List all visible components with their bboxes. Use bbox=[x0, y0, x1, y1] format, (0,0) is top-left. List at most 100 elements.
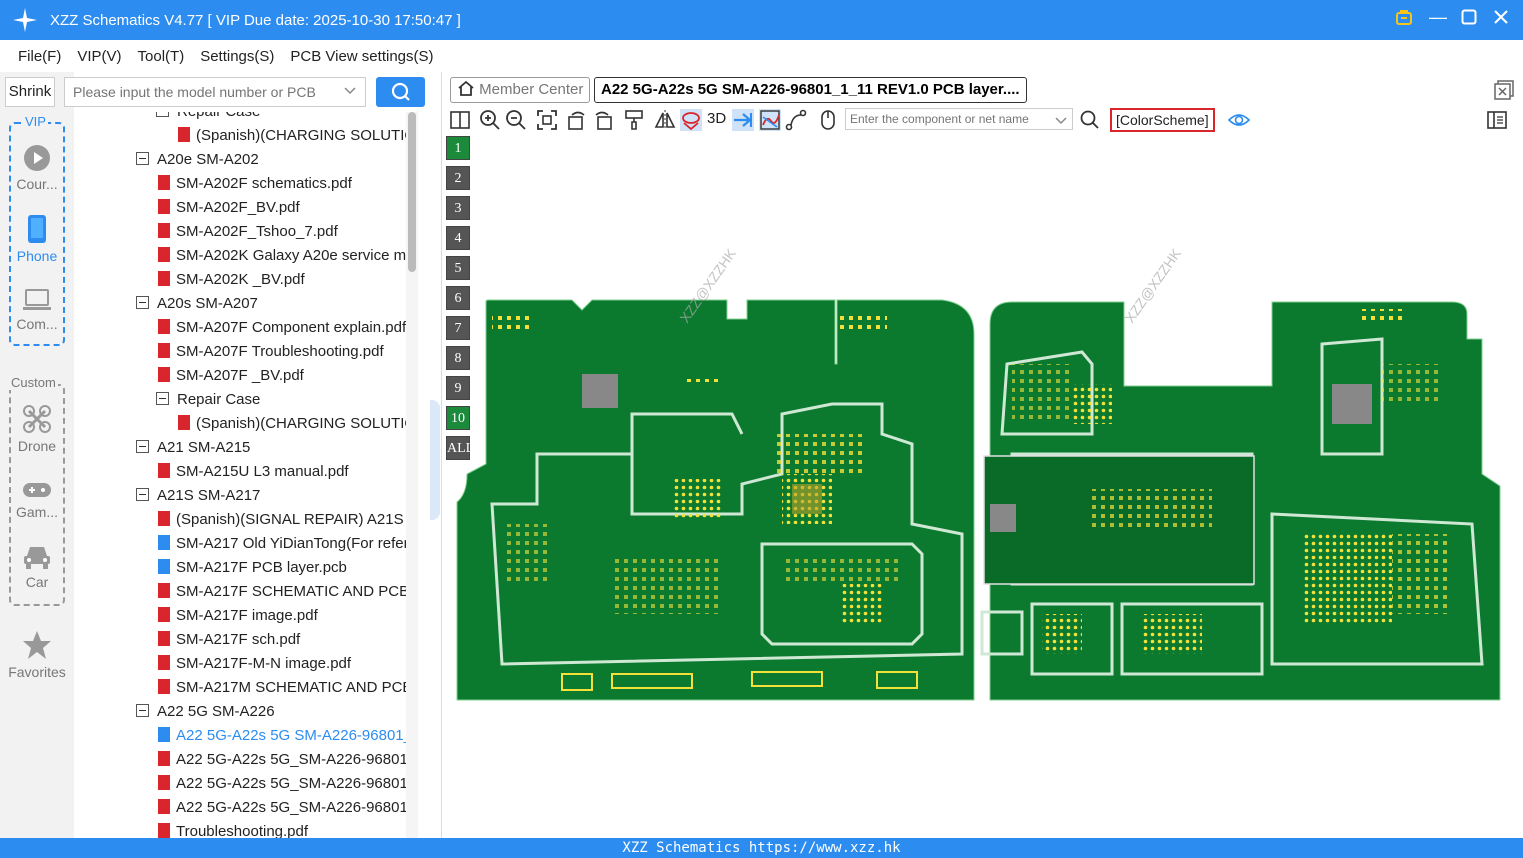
car-icon bbox=[24, 547, 50, 569]
pdf-file-icon bbox=[158, 750, 170, 766]
nav-car[interactable]: Car bbox=[0, 544, 74, 590]
tree-folder[interactable]: A20e SM-A202 bbox=[136, 148, 259, 172]
tree-file[interactable]: SM-A202K _BV.pdf bbox=[158, 268, 305, 292]
paint-brush-icon[interactable] bbox=[623, 109, 645, 131]
tree-item-label: A20e SM-A202 bbox=[157, 151, 259, 168]
component-search-icon[interactable] bbox=[1079, 109, 1101, 131]
zoom-in-icon[interactable] bbox=[479, 109, 501, 131]
tree-file[interactable]: SM-A202F_BV.pdf bbox=[158, 196, 300, 220]
tree-file[interactable]: SM-A202K Galaxy A20e service ma bbox=[158, 244, 414, 268]
close-button[interactable] bbox=[1493, 9, 1509, 25]
nav-courses[interactable]: Cour... bbox=[0, 144, 74, 192]
tree-file[interactable]: (Spanish)(SIGNAL REPAIR) A21S TE bbox=[158, 508, 418, 532]
split-view-icon[interactable] bbox=[449, 109, 471, 131]
tree-item-label: SM-A217 Old YiDianTong(For refer bbox=[176, 535, 409, 552]
collapse-icon[interactable] bbox=[136, 487, 149, 501]
tree-file[interactable]: SM-A202F_Tshoo_7.pdf bbox=[158, 220, 338, 244]
pdf-file-icon bbox=[158, 606, 170, 622]
tree-file[interactable]: SM-A217F image.pdf bbox=[158, 604, 318, 628]
tree-file[interactable]: SM-A217F PCB layer.pcb bbox=[158, 556, 347, 580]
pcb-toolbar: 3D [ColorScheme] bbox=[442, 106, 1523, 134]
mouse-mode-icon[interactable] bbox=[817, 109, 839, 131]
menu-tool[interactable]: Tool(T) bbox=[138, 48, 185, 65]
tree-file[interactable]: SM-A207F _BV.pdf bbox=[158, 364, 304, 388]
close-tabs-icon[interactable] bbox=[1494, 80, 1514, 100]
tree-file[interactable]: SM-A202F schematics.pdf bbox=[158, 172, 352, 196]
collapse-icon[interactable] bbox=[136, 439, 149, 453]
maximize-button[interactable] bbox=[1461, 9, 1477, 25]
rotate-right-icon[interactable] bbox=[592, 109, 614, 131]
model-search-input[interactable] bbox=[65, 78, 335, 106]
net-highlight-icon[interactable] bbox=[759, 109, 781, 131]
nav-phone[interactable]: Phone bbox=[0, 214, 74, 264]
chevron-down-icon[interactable] bbox=[343, 84, 357, 98]
tree-folder[interactable]: Repair Case bbox=[156, 112, 260, 124]
tree-file[interactable]: SM-A215U L3 manual.pdf bbox=[158, 460, 349, 484]
tree-item-label: Troubleshooting.pdf bbox=[176, 823, 309, 838]
tree-file[interactable]: Troubleshooting.pdf bbox=[158, 820, 308, 838]
rotate-left-icon[interactable] bbox=[566, 109, 588, 131]
tree-file[interactable]: (Spanish)(CHARGING SOLUTION bbox=[178, 124, 418, 148]
tree-folder[interactable]: A20s SM-A207 bbox=[136, 292, 258, 316]
color-scheme-button[interactable]: [ColorScheme] bbox=[1110, 108, 1215, 132]
pdf-file-icon bbox=[158, 318, 170, 334]
tree-folder[interactable]: A22 5G SM-A226 bbox=[136, 700, 275, 724]
tree-file[interactable]: A22 5G-A22s 5G_SM-A226-96801_ bbox=[158, 796, 416, 820]
tree-file[interactable]: SM-A217F SCHEMATIC AND PCB.p bbox=[158, 580, 418, 604]
collapse-icon[interactable] bbox=[156, 112, 169, 117]
eye-icon[interactable] bbox=[1228, 109, 1250, 131]
collapse-icon[interactable] bbox=[136, 295, 149, 309]
tree-item-label: SM-A207F Component explain.pdf bbox=[176, 319, 407, 336]
nav-computer[interactable]: Com... bbox=[0, 288, 74, 332]
three-d-button[interactable]: 3D bbox=[707, 110, 726, 127]
pcb-canvas[interactable]: XZZ@XZZHK XZZ@XZZHK bbox=[442, 134, 1523, 838]
menu-pcb-view-settings[interactable]: PCB View settings(S) bbox=[290, 48, 433, 65]
pdf-file-icon bbox=[158, 798, 170, 814]
tree-file[interactable]: A22 5G-A22s 5G SM-A226-96801_1 bbox=[158, 724, 418, 748]
nav-drone[interactable]: Drone bbox=[0, 404, 74, 454]
tree-file[interactable]: A22 5G-A22s 5G_SM-A226-96801_ bbox=[158, 772, 416, 796]
tree-scrollbar-thumb[interactable] bbox=[408, 112, 416, 272]
pin-direction-icon[interactable] bbox=[732, 109, 754, 131]
nav-courses-label: Cour... bbox=[16, 176, 58, 192]
tree-file[interactable]: (Spanish)(CHARGING SOLUTION bbox=[178, 412, 418, 436]
collapse-icon[interactable] bbox=[136, 703, 149, 717]
tree-folder[interactable]: A21 SM-A215 bbox=[136, 436, 250, 460]
tree-file[interactable]: SM-A207F Component explain.pdf bbox=[158, 316, 406, 340]
collapse-icon[interactable] bbox=[136, 151, 149, 165]
tree-file[interactable]: SM-A217 Old YiDianTong(For refer bbox=[158, 532, 409, 556]
component-search-input[interactable] bbox=[845, 108, 1073, 130]
shrink-button[interactable]: Shrink bbox=[5, 77, 55, 107]
tree-file[interactable]: A22 5G-A22s 5G_SM-A226-96801_ bbox=[158, 748, 416, 772]
tab-member-center[interactable]: Member Center bbox=[450, 77, 591, 103]
search-button[interactable] bbox=[376, 77, 425, 107]
custom-group-label: Custom bbox=[9, 375, 58, 390]
tree-scrollbar[interactable] bbox=[406, 112, 418, 838]
tree-file[interactable]: SM-A217F sch.pdf bbox=[158, 628, 300, 652]
nav-car-label: Car bbox=[25, 574, 49, 590]
menu-settings[interactable]: Settings(S) bbox=[200, 48, 274, 65]
component-dropdown-icon[interactable] bbox=[1054, 114, 1068, 128]
tree-file[interactable]: SM-A207F Troubleshooting.pdf bbox=[158, 340, 384, 364]
measure-line-icon[interactable] bbox=[785, 109, 807, 131]
tab-pcb-document[interactable]: A22 5G-A22s 5G SM-A226-96801_1_11 REV1.0… bbox=[594, 77, 1027, 103]
menu-vip[interactable]: VIP(V) bbox=[77, 48, 121, 65]
panel-splitter[interactable] bbox=[430, 400, 440, 520]
flip-board-icon[interactable] bbox=[680, 109, 702, 131]
mirror-icon[interactable] bbox=[654, 109, 676, 131]
side-panel-icon[interactable] bbox=[1486, 109, 1508, 131]
tree-folder[interactable]: Repair Case bbox=[156, 388, 260, 412]
fit-view-icon[interactable] bbox=[536, 109, 558, 131]
tree-file[interactable]: SM-A217F-M-N image.pdf bbox=[158, 652, 351, 676]
menu-file[interactable]: File(F) bbox=[18, 48, 61, 65]
tree-file[interactable]: SM-A217M SCHEMATIC AND PCB. bbox=[158, 676, 417, 700]
minimize-button[interactable]: — bbox=[1429, 8, 1447, 26]
model-search-box[interactable] bbox=[64, 77, 366, 107]
vip-bag-icon[interactable] bbox=[1395, 8, 1413, 26]
nav-favorites-label: Favorites bbox=[8, 664, 66, 680]
collapse-icon[interactable] bbox=[156, 391, 169, 405]
nav-game[interactable]: Gam... bbox=[0, 480, 74, 520]
tree-folder[interactable]: A21S SM-A217 bbox=[136, 484, 260, 508]
zoom-out-icon[interactable] bbox=[505, 109, 527, 131]
nav-favorites[interactable]: Favorites bbox=[0, 630, 74, 680]
